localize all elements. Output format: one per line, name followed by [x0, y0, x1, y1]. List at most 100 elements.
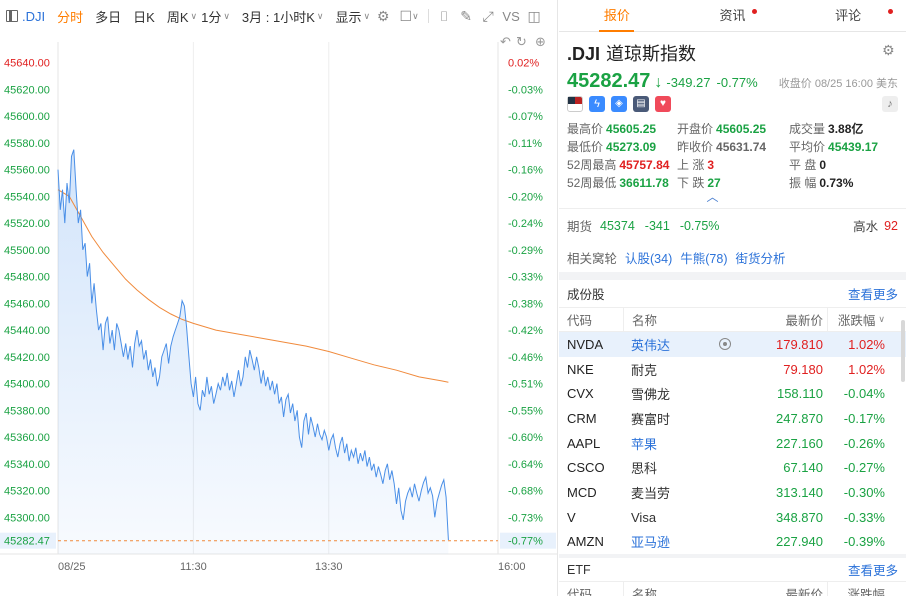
chart-panel: .DJI 分时 多日 日K 周K ∨ 1分 ∨ 3月 : 1小时K ∨ 显示 ∨ ⚙ ☐…	[0, 0, 558, 596]
row-code: CSCO	[567, 460, 605, 476]
col-last[interactable]: 最新价	[755, 310, 827, 329]
row-name: 麦当劳	[631, 485, 671, 501]
badge-row: ϟ ◈ ▤ ♥ ♪	[559, 92, 906, 116]
col-name[interactable]: 名称	[623, 308, 755, 331]
chart-toolbar: .DJI 分时 多日 日K 周K ∨ 1分 ∨ 3月 : 1小时K ∨ 显示 ∨ ⚙ ☐…	[0, 0, 558, 32]
stat-cell: 上 涨3	[677, 156, 789, 174]
col-change-label: 涨跌幅	[837, 314, 876, 328]
pct-tick-label: -0.38%	[508, 298, 543, 310]
stat-label: 上 涨	[677, 158, 705, 172]
pct-tick-label: -0.73%	[508, 512, 543, 524]
row-change-pct: -0.26%	[843, 435, 885, 451]
stat-cell: 52周最低 36611.78	[567, 174, 677, 192]
bolt-icon[interactable]: ϟ	[589, 96, 605, 112]
pct-tick-label: -0.07%	[508, 111, 543, 123]
vs-compare-button[interactable]: VS	[499, 0, 523, 32]
tab-comments[interactable]: 评论	[790, 0, 906, 31]
row-change-pct: -0.04%	[843, 386, 885, 402]
tab-news[interactable]: 资讯	[675, 0, 791, 31]
quote-symbol: .DJI	[567, 44, 601, 64]
col-name[interactable]: 名称	[623, 582, 755, 596]
display-label: 显示	[335, 9, 362, 25]
minute-dropdown[interactable]: 1分 ∨	[201, 0, 230, 32]
table-row[interactable]: AMZN 亚马逊 227.940 -0.39%	[559, 530, 906, 555]
stat-value: 3.88亿	[828, 122, 864, 136]
pct-tick-label: -0.16%	[508, 165, 543, 177]
gear-icon[interactable]: ⚙	[882, 42, 898, 58]
stat-label: 成交量	[789, 122, 826, 136]
zoom-in-icon[interactable]: ⊕	[535, 34, 546, 49]
bell-icon[interactable]: ♪	[882, 96, 898, 112]
col-last[interactable]: 最新价	[755, 584, 827, 596]
tab-quote[interactable]: 报价	[559, 0, 675, 32]
table-row[interactable]: V Visa 348.870 -0.33%	[559, 505, 906, 530]
link-street-analysis[interactable]: 街货分析	[735, 248, 785, 267]
minute-label: 1分	[201, 9, 222, 25]
col-code[interactable]: 代码	[559, 310, 623, 329]
warrant-label: 相关窝轮	[567, 251, 618, 266]
row-name: Visa	[631, 509, 657, 525]
row-name: 思科	[631, 461, 658, 477]
link-call-warrants[interactable]: 认股(34)	[625, 248, 672, 267]
document-icon[interactable]: ▤	[633, 96, 649, 112]
stat-value: 45605.25	[716, 122, 767, 136]
stat-value: 45757.84	[619, 158, 670, 172]
symbol-selector[interactable]: .DJI	[0, 0, 45, 32]
row-code: NVDA	[567, 336, 604, 352]
tab-multiday[interactable]: 多日	[95, 0, 121, 32]
row-change-pct: 1.02%	[848, 336, 885, 352]
table-row[interactable]: AAPL 苹果 227.160 -0.26%	[559, 431, 906, 456]
table-row[interactable]: MCD 麦当劳 313.140 -0.30%	[559, 480, 906, 505]
display-dropdown[interactable]: 显示 ∨	[335, 0, 370, 32]
stock-app: .DJI 分时 多日 日K 周K ∨ 1分 ∨ 3月 : 1小时K ∨ 显示 ∨ ⚙ ☐…	[0, 0, 906, 596]
stat-label: 最高价	[567, 122, 604, 136]
current-pct-label: -0.77%	[508, 536, 543, 548]
row-change-pct: -0.39%	[843, 534, 885, 550]
stats-row: 52周最高 45757.84 上 涨3平 盘0	[567, 156, 898, 174]
stat-cell: 最低价 45273.09	[567, 138, 677, 156]
etf-more-link[interactable]: 查看更多	[848, 560, 898, 579]
row-change-pct: -0.30%	[843, 484, 885, 500]
futures-row: 期货 45374 -341 -0.75% 高水 92	[559, 208, 906, 242]
row-code: AAPL	[567, 435, 601, 451]
collapse-chevron-icon[interactable]: ︿	[519, 191, 906, 204]
section-gap	[559, 272, 906, 280]
stat-cell: 平 盘0	[789, 156, 898, 174]
link-cbbc[interactable]: 牛熊(78)	[680, 248, 727, 267]
panel-toggle-icon[interactable]: ◫	[523, 0, 545, 32]
heart-icon[interactable]: ♥	[655, 96, 671, 112]
tag-icon[interactable]: ◈	[611, 96, 627, 112]
stat-cell: 昨收价 45631.74	[677, 138, 789, 156]
eye-icon[interactable]	[719, 338, 731, 350]
fullscreen-icon[interactable]: ⤢	[477, 0, 499, 32]
undo-icon[interactable]: ↶	[500, 34, 511, 49]
table-row[interactable]: NKE 耐克 79.180 1.02%	[559, 357, 906, 382]
constituents-title: 成份股	[567, 288, 605, 302]
constituents-more-link[interactable]: 查看更多	[848, 284, 898, 303]
rectangle-icon[interactable]: ☐ ∨	[394, 0, 424, 32]
row-last-price: 79.180	[783, 361, 823, 377]
tab-daily-k[interactable]: 日K	[133, 0, 155, 32]
weekly-k-dropdown[interactable]: 周K ∨	[167, 0, 197, 32]
col-code[interactable]: 代码	[559, 584, 623, 596]
col-change[interactable]: 涨跌幅	[827, 582, 897, 596]
premium-label: 高水	[853, 220, 879, 234]
table-row[interactable]: CVX 雪佛龙 158.110 -0.04%	[559, 381, 906, 406]
scrollbar-thumb[interactable]	[901, 320, 905, 382]
table-row[interactable]: NVDA 英伟达 179.810 1.02%	[559, 332, 906, 357]
table-row[interactable]: CRM 赛富时 247.870 -0.17%	[559, 406, 906, 431]
refresh-icon[interactable]: ↻	[516, 34, 527, 49]
col-change[interactable]: 涨跌幅 ∨	[827, 308, 897, 331]
intraday-chart[interactable]: ↶ ↻ ⊕ 45640.00 0.02% 45620.00 -0.03% 45600.00 -0…	[0, 32, 558, 596]
table-row[interactable]: CSCO 思科 67.140 -0.27%	[559, 455, 906, 480]
quote-tabs: 报价 资讯 评论	[559, 0, 906, 32]
camera-icon[interactable]: ⌷	[433, 0, 455, 32]
range-dropdown[interactable]: 3月 : 1小时K ∨	[242, 0, 324, 32]
pen-icon[interactable]: ✎	[455, 0, 477, 32]
stat-value: 3	[707, 158, 715, 172]
tab-intraday[interactable]: 分时	[57, 0, 83, 32]
pct-tick-label: -0.51%	[508, 379, 543, 391]
stat-label: 平均价	[789, 140, 826, 154]
settings-icon[interactable]: ⚙	[372, 0, 394, 32]
pct-tick-label: -0.60%	[508, 432, 543, 444]
